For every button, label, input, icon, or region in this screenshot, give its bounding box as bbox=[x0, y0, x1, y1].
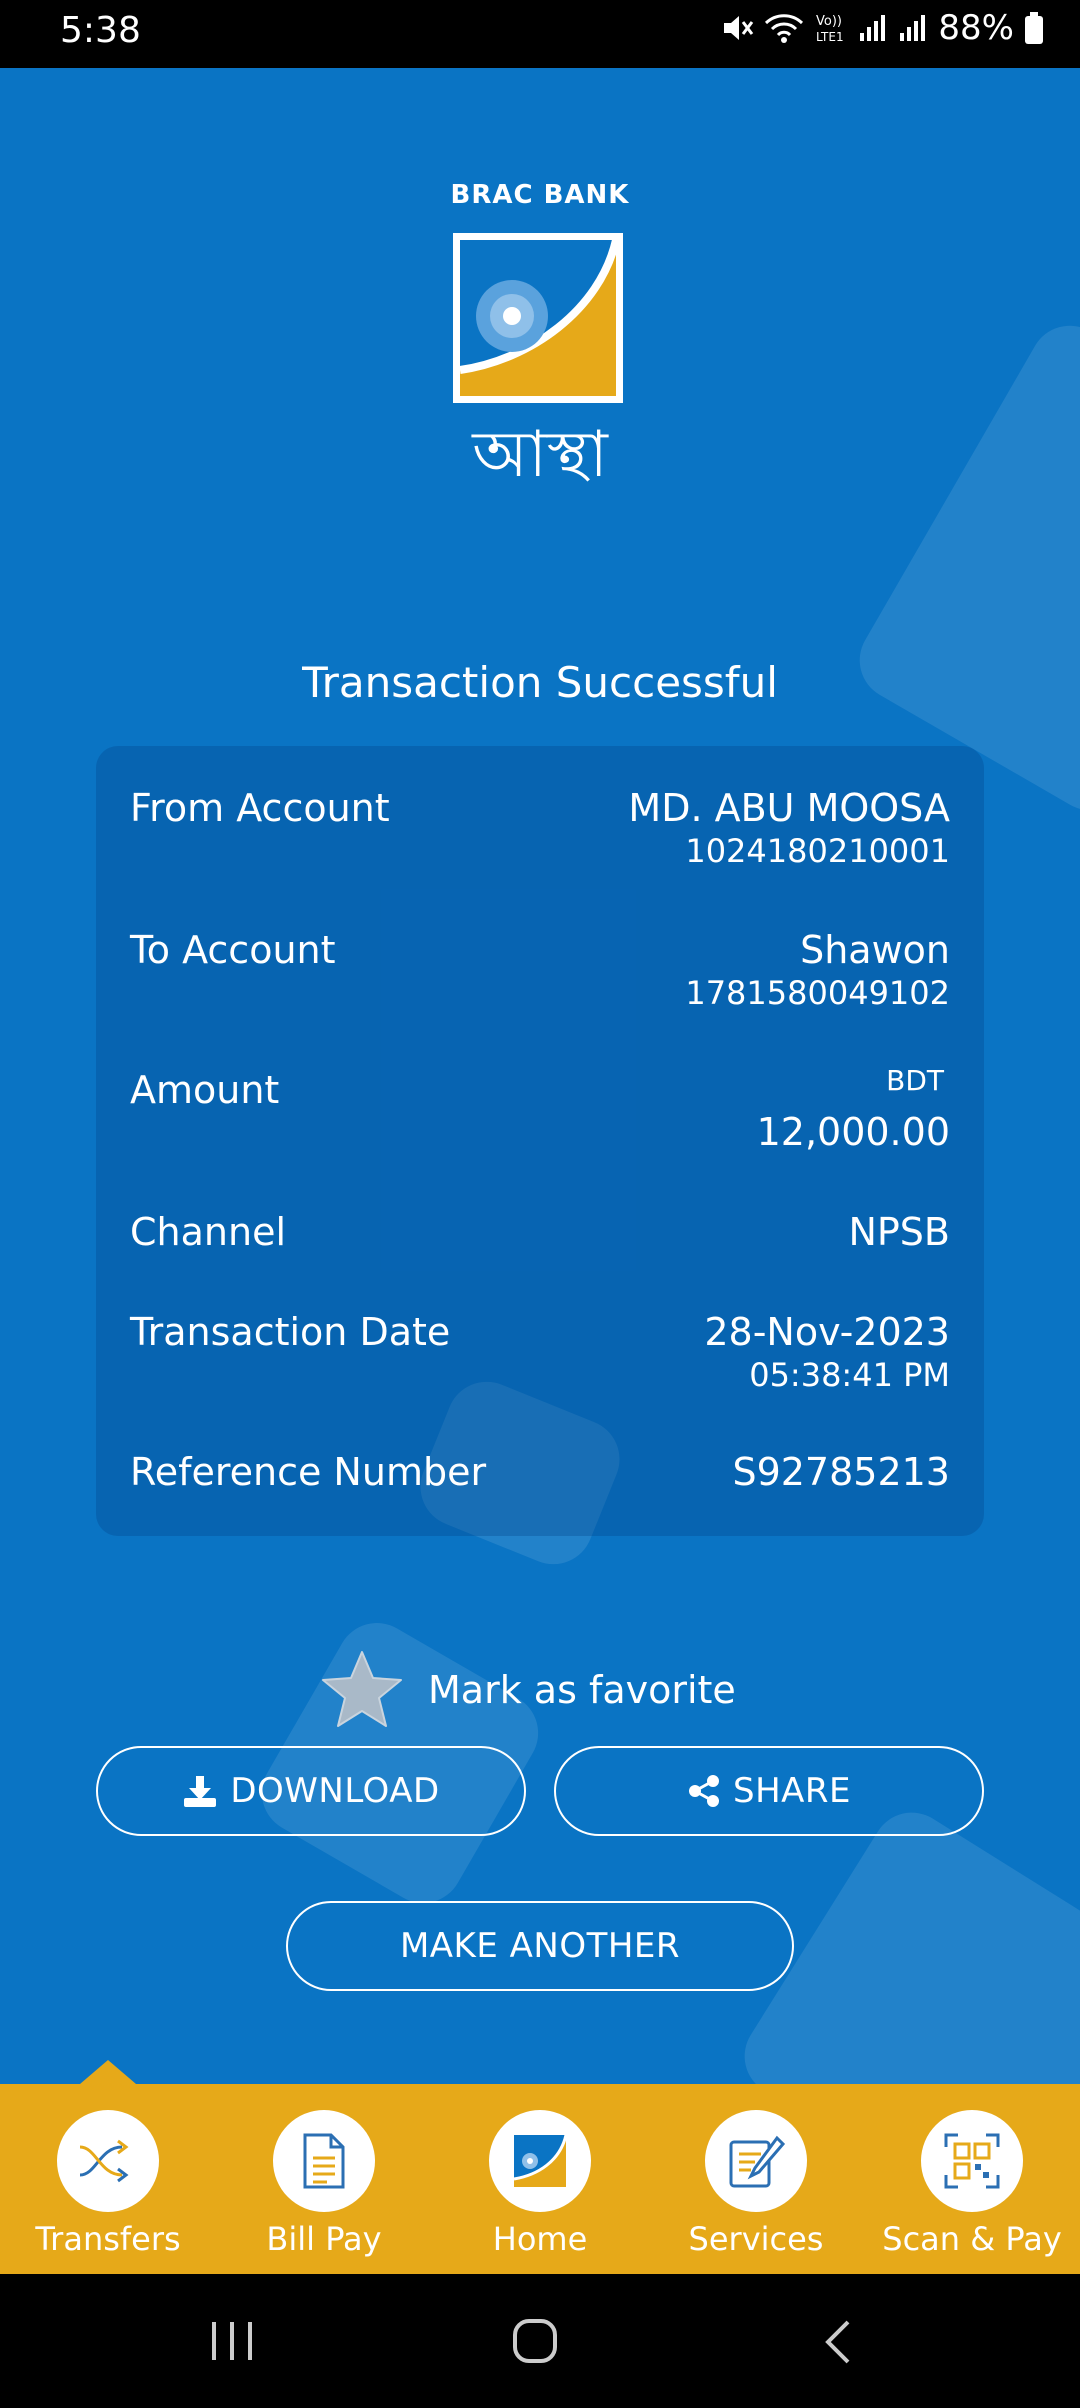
scan-pay-icon-circle bbox=[921, 2110, 1023, 2212]
transaction-date-value: 28-Nov-2023 bbox=[704, 1310, 950, 1354]
svg-text:Vo)): Vo)) bbox=[816, 14, 842, 29]
svg-text:LTE1: LTE1 bbox=[816, 30, 844, 44]
transaction-receipt-screen: BRAC BANK আস্থা Transaction Successful F… bbox=[0, 68, 1080, 2084]
mute-icon bbox=[724, 16, 754, 40]
nav-scan-pay-label: Scan & Pay bbox=[882, 2220, 1062, 2258]
from-account-label: From Account bbox=[130, 786, 390, 830]
signal-icon bbox=[860, 15, 886, 41]
status-bar: 5:38 Vo)) LTE1 88% bbox=[0, 0, 1080, 68]
home-button-icon[interactable] bbox=[510, 2316, 560, 2366]
amount-label: Amount bbox=[130, 1068, 280, 1112]
star-icon[interactable] bbox=[320, 1648, 404, 1732]
wifi-icon bbox=[765, 14, 804, 43]
download-icon bbox=[184, 1776, 217, 1807]
system-nav-bar bbox=[0, 2274, 1080, 2408]
brand-name: BRAC BANK bbox=[450, 180, 630, 210]
transaction-details-card: From Account MD. ABU MOOSA 1024180210001… bbox=[96, 746, 984, 1536]
to-account-number: 1781580049102 bbox=[685, 974, 950, 1012]
services-icon bbox=[729, 2135, 785, 2188]
nav-services[interactable]: Services bbox=[648, 2110, 864, 2258]
transfers-icon-circle bbox=[57, 2110, 159, 2212]
app-name: আস্থা bbox=[472, 418, 608, 492]
download-label: DOWNLOAD bbox=[230, 1771, 440, 1811]
transaction-time-value: 05:38:41 PM bbox=[749, 1356, 950, 1394]
make-another-label: MAKE ANOTHER bbox=[399, 1926, 681, 1966]
nav-home-label: Home bbox=[492, 2220, 588, 2258]
bottom-nav: Transfers Bill Pay Home Services Scan & … bbox=[0, 2060, 1080, 2274]
from-account-number: 1024180210001 bbox=[685, 832, 950, 870]
nav-scan-pay[interactable]: Scan & Pay bbox=[864, 2110, 1080, 2258]
to-account-label: To Account bbox=[130, 928, 336, 972]
nav-services-label: Services bbox=[688, 2220, 824, 2258]
lte-icon: Vo))LTE1 bbox=[816, 14, 844, 44]
signal-icon-2 bbox=[900, 15, 926, 41]
reference-number-label: Reference Number bbox=[130, 1450, 487, 1494]
battery-percent: 88% bbox=[938, 8, 1014, 48]
from-account-name: MD. ABU MOOSA bbox=[628, 786, 950, 830]
services-icon-circle bbox=[705, 2110, 807, 2212]
share-icon bbox=[688, 1775, 719, 1807]
share-button[interactable]: SHARE bbox=[554, 1746, 984, 1836]
currency: BDT bbox=[886, 1064, 944, 1097]
recent-apps-icon[interactable] bbox=[206, 2318, 258, 2364]
status-time: 5:38 bbox=[60, 10, 141, 51]
channel-value: NPSB bbox=[848, 1210, 950, 1254]
mark-favorite[interactable]: Mark as favorite bbox=[320, 1648, 736, 1732]
nav-bill-pay-label: Bill Pay bbox=[266, 2220, 382, 2258]
reference-number-value: S92785213 bbox=[732, 1450, 950, 1494]
to-account-name: Shawon bbox=[800, 928, 950, 972]
status-icons: Vo)) LTE1 88% bbox=[720, 8, 1044, 48]
active-tab-indicator bbox=[80, 2060, 136, 2084]
download-button[interactable]: DOWNLOAD bbox=[96, 1746, 526, 1836]
channel-label: Channel bbox=[130, 1210, 287, 1254]
qr-code-icon bbox=[944, 2133, 1000, 2189]
nav-transfers-label: Transfers bbox=[35, 2220, 181, 2258]
mark-favorite-label: Mark as favorite bbox=[428, 1668, 736, 1712]
home-icon-circle bbox=[489, 2110, 591, 2212]
share-label: SHARE bbox=[732, 1771, 851, 1811]
battery-icon bbox=[1025, 12, 1043, 44]
home-logo-icon bbox=[513, 2134, 568, 2187]
nav-home[interactable]: Home bbox=[432, 2110, 648, 2258]
back-icon[interactable] bbox=[818, 2318, 858, 2366]
bill-icon bbox=[303, 2133, 345, 2189]
transfers-icon bbox=[79, 2139, 129, 2183]
nav-transfers[interactable]: Transfers bbox=[0, 2110, 216, 2258]
brac-bank-logo-icon bbox=[453, 233, 623, 403]
page-title: Transaction Successful bbox=[302, 658, 778, 707]
transaction-date-label: Transaction Date bbox=[130, 1310, 451, 1354]
amount-value: 12,000.00 bbox=[756, 1110, 950, 1154]
nav-bill-pay[interactable]: Bill Pay bbox=[216, 2110, 432, 2258]
make-another-button[interactable]: MAKE ANOTHER bbox=[286, 1901, 794, 1991]
bill-pay-icon-circle bbox=[273, 2110, 375, 2212]
